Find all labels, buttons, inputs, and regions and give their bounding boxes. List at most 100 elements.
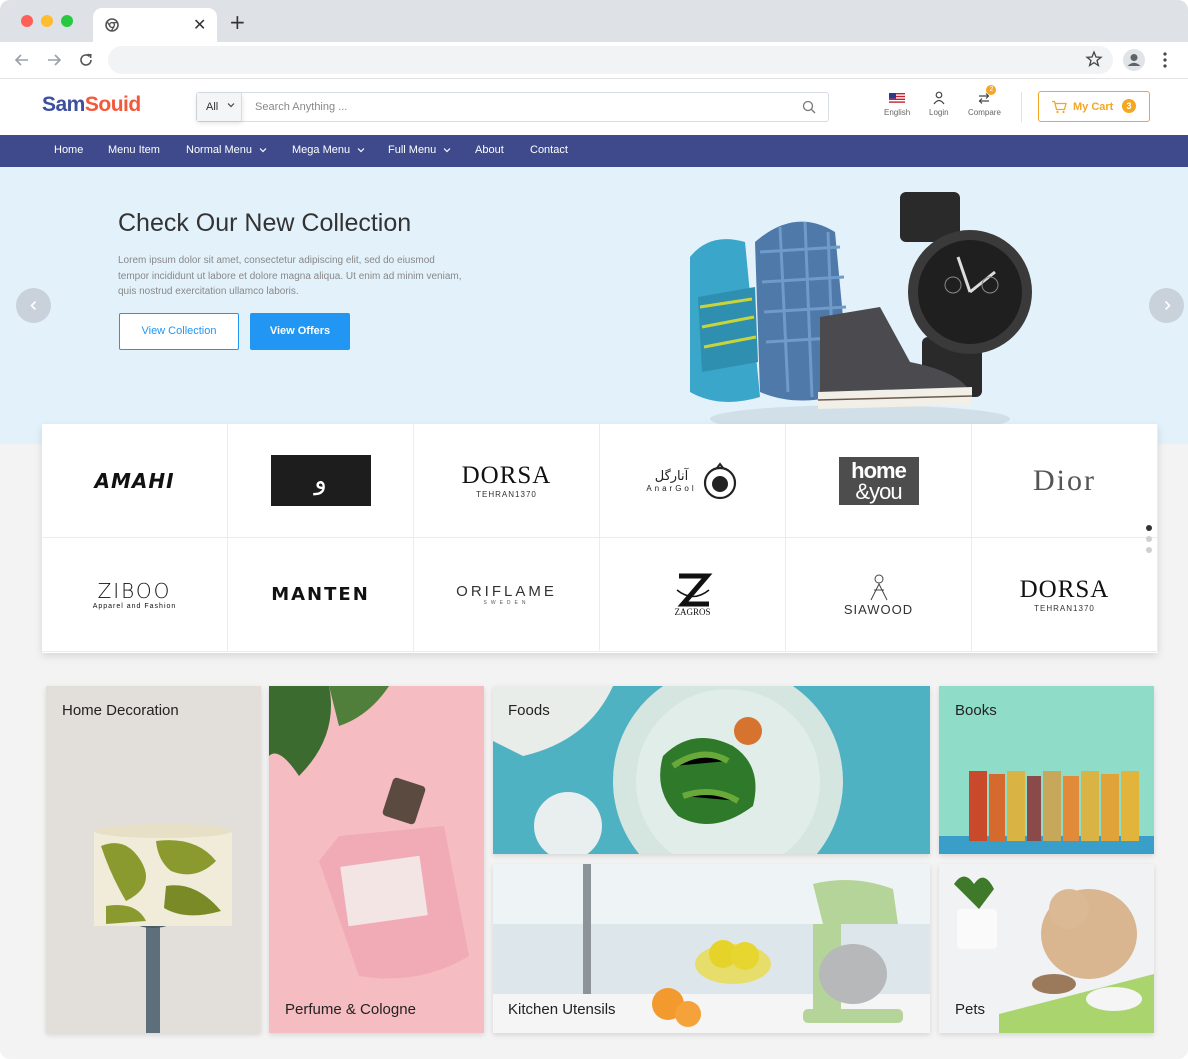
search-icon[interactable] [802, 100, 816, 114]
nav-about-label: About [475, 144, 504, 156]
chevron-down-icon [357, 148, 365, 153]
new-tab-icon[interactable]: + [229, 10, 246, 34]
category-foods[interactable]: Foods [493, 686, 930, 854]
nav-about[interactable]: About [475, 144, 504, 156]
category-kitchen-utensils-label: Kitchen Utensils [508, 1001, 616, 1018]
brand-oriflame-sub: SWEDEN [483, 600, 530, 606]
browser-tab[interactable]: ✕ [93, 8, 217, 42]
nav-contact[interactable]: Contact [530, 144, 568, 156]
cart-icon [1052, 100, 1067, 114]
forward-icon[interactable] [45, 51, 63, 69]
brand-manten[interactable]: MANTEN [228, 538, 414, 652]
zagros-logo-icon [676, 573, 712, 606]
cart-label: My Cart [1073, 101, 1114, 113]
login-label: Login [929, 108, 949, 117]
brand-dior[interactable]: Dior [972, 424, 1158, 538]
nav-home[interactable]: Home [54, 144, 83, 156]
brand-anargol-fa: آنارگل [654, 468, 689, 484]
category-books-label: Books [955, 702, 997, 719]
view-collection-button[interactable]: View Collection [119, 313, 239, 350]
brands-page-dot-active[interactable] [1146, 525, 1152, 531]
lamp-image [46, 686, 261, 1033]
brand-vav-text: و [314, 465, 327, 496]
view-offers-button[interactable]: View Offers [250, 313, 350, 350]
brand-anargol-en: AnarGol [646, 483, 697, 493]
main-navigation: Home Menu Item Normal Menu Mega Menu Ful… [0, 135, 1188, 167]
brand-siawood[interactable]: SIAWOOD [786, 538, 972, 652]
slider-prev-button[interactable] [16, 288, 51, 323]
site-logo[interactable]: SamSouid [42, 93, 141, 117]
back-icon[interactable] [13, 51, 31, 69]
category-perfume[interactable]: Perfume & Cologne [269, 686, 484, 1033]
chevron-down-icon [227, 103, 235, 108]
profile-avatar[interactable] [1123, 49, 1145, 71]
nav-full-menu[interactable]: Full Menu [388, 144, 451, 156]
bookmark-star-icon[interactable] [1085, 50, 1103, 68]
brand-dorsa-logo: DORSA [461, 462, 552, 489]
minimize-window-button[interactable] [41, 15, 53, 27]
reload-icon[interactable] [77, 51, 95, 69]
language-selector[interactable]: English [884, 91, 910, 117]
close-window-button[interactable] [21, 15, 33, 27]
hero-title: Check Our New Collection [118, 209, 412, 237]
siawood-logo-icon [870, 574, 887, 601]
category-pets[interactable]: Pets [939, 864, 1154, 1033]
brands-page-dot[interactable] [1146, 547, 1152, 553]
brand-dorsa-sub: TEHRAN1370 [476, 490, 537, 499]
brand-amahi[interactable]: AMAHI [42, 424, 228, 538]
brand-anargol[interactable]: آنارگل AnarGol [600, 424, 786, 538]
header-divider [1021, 92, 1022, 122]
compare-count-badge: 2 [986, 85, 997, 95]
nav-menu-item[interactable]: Menu Item [108, 144, 160, 156]
search-category-select[interactable]: All [197, 93, 242, 121]
chrome-icon [105, 18, 119, 32]
brand-ziboo-logo: ZIBOO [97, 579, 172, 603]
chevron-right-icon [1164, 300, 1171, 311]
compare-link[interactable]: 2 Compare [968, 85, 1001, 117]
login-link[interactable]: Login [929, 91, 949, 117]
category-home-decoration-label: Home Decoration [62, 702, 179, 719]
hero-description: Lorem ipsum dolor sit amet, consectetur … [118, 255, 462, 297]
browser-toolbar [0, 42, 1188, 79]
hero-slider: Check Our New Collection Lorem ipsum dol… [0, 167, 1188, 444]
compare-icon: 2 [976, 85, 997, 105]
close-tab-icon[interactable]: ✕ [193, 15, 206, 34]
brand-dorsa-2-sub: TEHRAN1370 [1034, 604, 1095, 613]
brand-homeandyou-logo: home &you [838, 456, 919, 505]
nav-normal-menu-label: Normal Menu [186, 144, 253, 156]
brand-ziboo[interactable]: ZIBOO Apparel and Fashion [42, 538, 228, 652]
browser-menu-icon[interactable] [1160, 50, 1170, 70]
search-category-label: All [206, 101, 219, 113]
cart-button[interactable]: My Cart 3 [1038, 91, 1150, 122]
maximize-window-button[interactable] [61, 15, 73, 27]
category-kitchen-utensils[interactable]: Kitchen Utensils [493, 864, 930, 1033]
category-books[interactable]: Books [939, 686, 1154, 854]
slider-next-button[interactable] [1149, 288, 1184, 323]
category-perfume-label: Perfume & Cologne [285, 1001, 416, 1018]
brand-oriflame[interactable]: ORIFLAME SWEDEN [414, 538, 600, 652]
brand-zagros-text: ZAGROS [674, 606, 711, 617]
nav-mega-menu-label: Mega Menu [292, 144, 351, 156]
logo-text-2: Souid [84, 93, 141, 116]
search-input[interactable] [255, 99, 775, 115]
brand-anargol-logo: آنارگل AnarGol [646, 461, 738, 500]
chevron-left-icon [30, 300, 37, 311]
nav-normal-menu[interactable]: Normal Menu [186, 144, 267, 156]
site-header: SamSouid All English Login 2 [0, 79, 1188, 135]
brand-vav[interactable]: و [228, 424, 414, 538]
user-icon [1127, 54, 1141, 66]
pomegranate-icon [703, 461, 736, 499]
brand-dorsa[interactable]: DORSA TEHRAN1370 [414, 424, 600, 538]
brand-homeandyou[interactable]: home &you [786, 424, 972, 538]
foods-image [493, 686, 930, 854]
brand-zagros[interactable]: ZAGROS [600, 538, 786, 652]
nav-mega-menu[interactable]: Mega Menu [292, 144, 365, 156]
category-pets-label: Pets [955, 1001, 986, 1018]
perfume-image [269, 686, 484, 1033]
category-home-decoration[interactable]: Home Decoration [46, 686, 261, 1033]
address-bar[interactable] [108, 46, 1113, 74]
brand-dorsa-2[interactable]: DORSA TEHRAN1370 [972, 538, 1158, 652]
brand-amahi-logo: AMAHI [94, 468, 175, 493]
brands-page-dot[interactable] [1146, 536, 1152, 542]
compare-label: Compare [968, 108, 1001, 117]
